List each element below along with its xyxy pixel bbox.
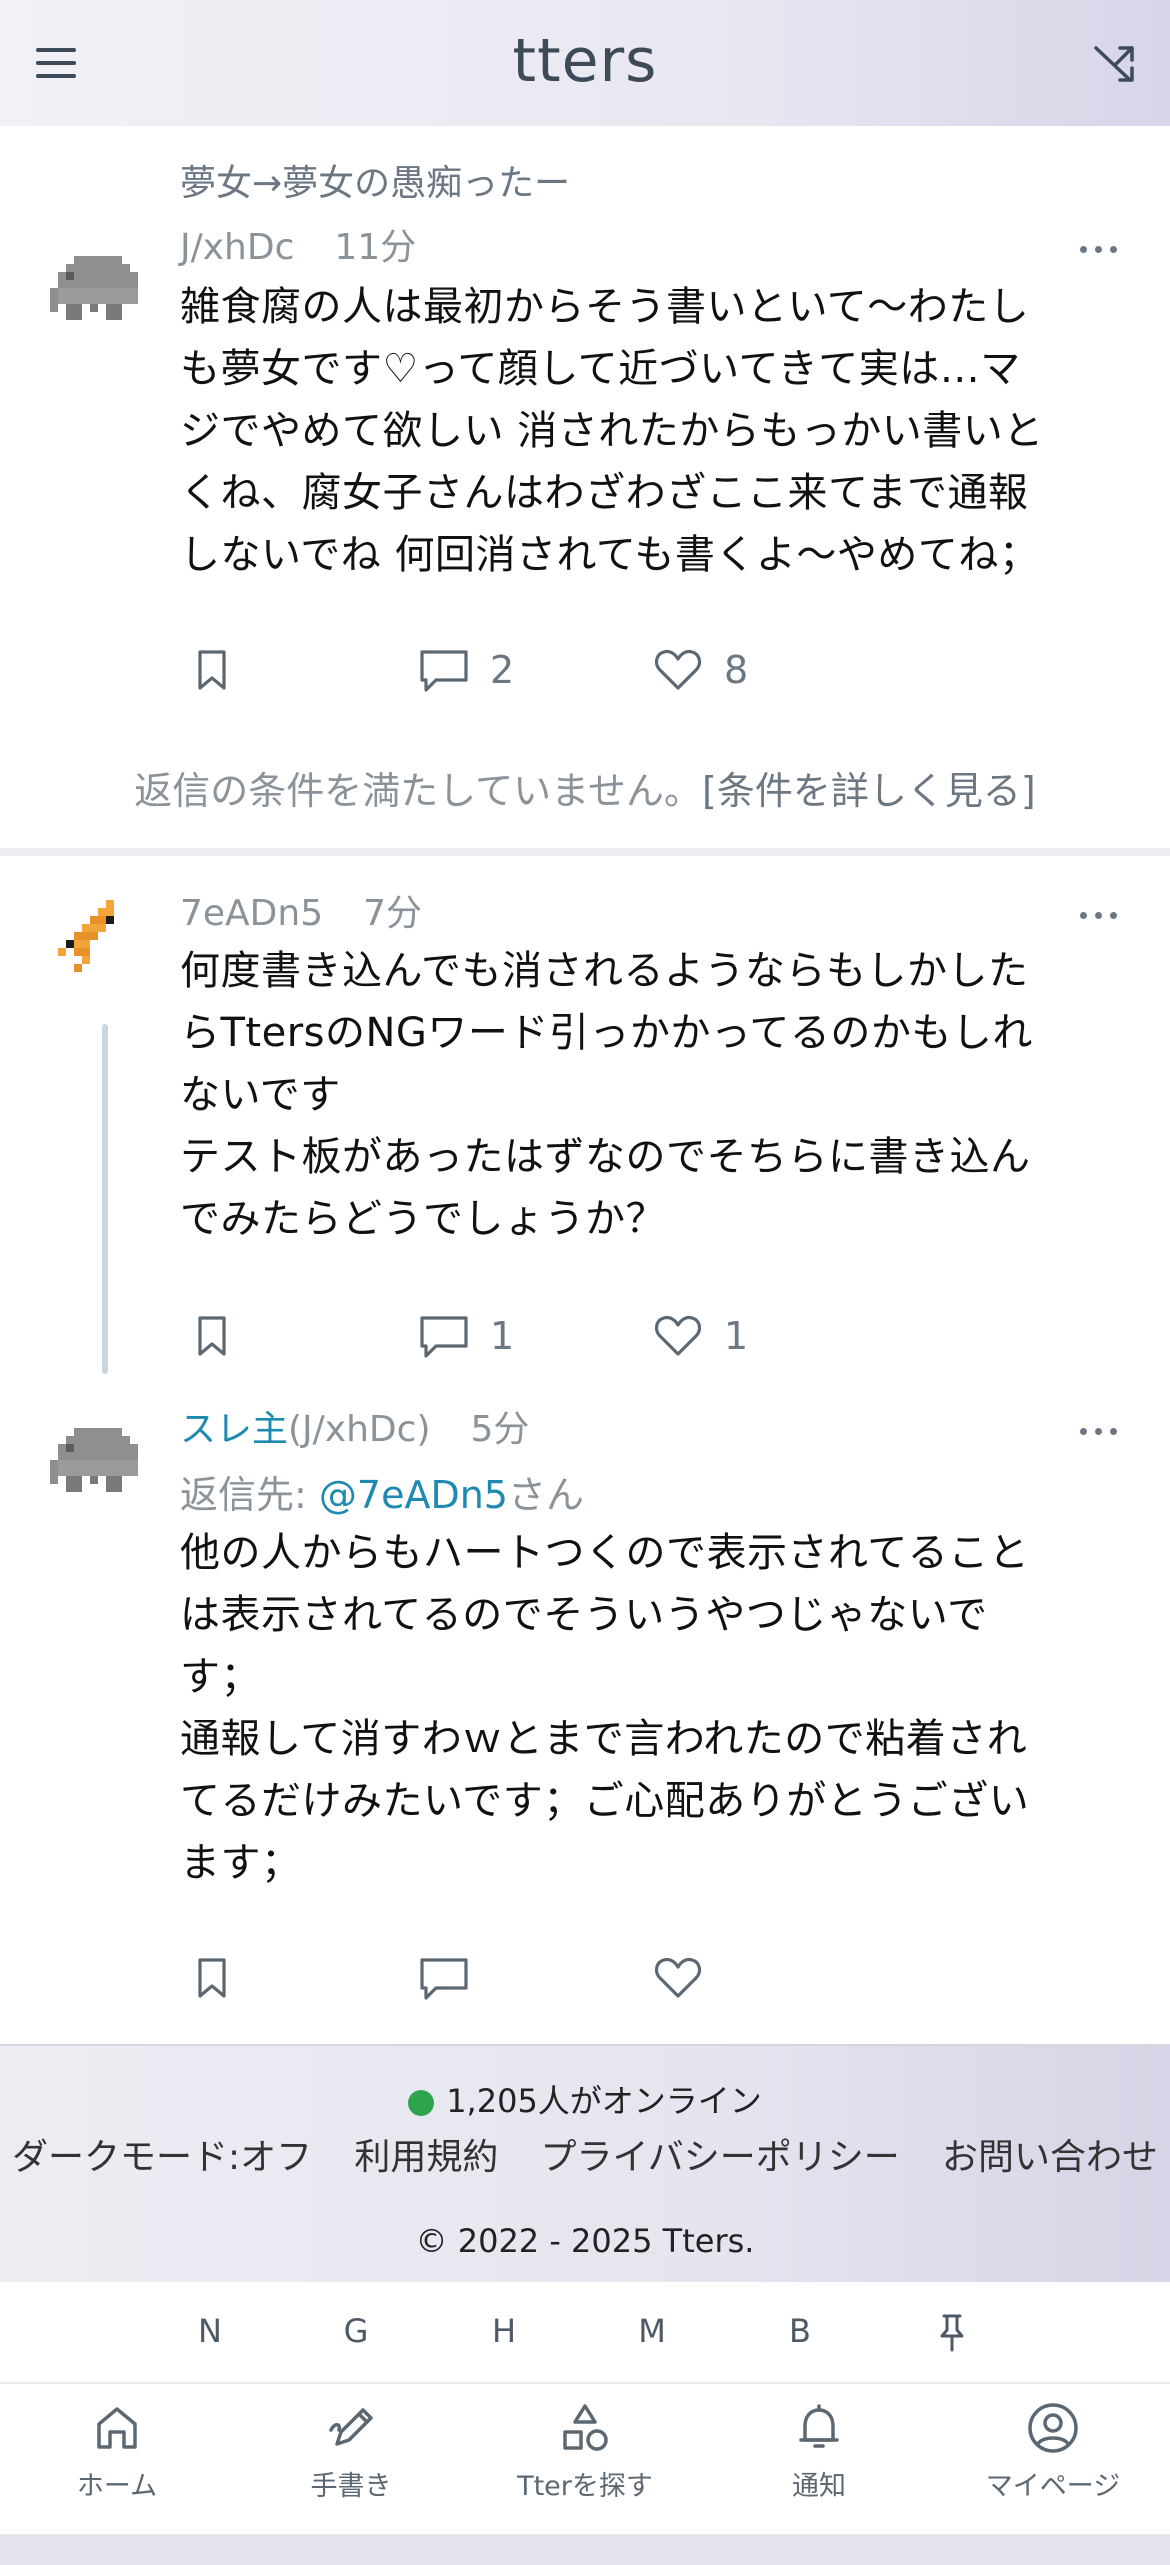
bookmark-icon [198, 1958, 226, 1998]
reply-conditions-note: 返信の条件を満たしていません。[条件を詳しく見る] [0, 760, 1170, 815]
heart-icon [654, 1957, 702, 1998]
post-actions: 2 8 [188, 640, 888, 700]
footer-links: ダークモード:オフ 利用規約 プライバシーポリシー お問い合わせ [0, 2128, 1170, 2180]
copyright: © 2022 - 2025 Tters. [415, 2222, 755, 2260]
like-count: 8 [724, 648, 749, 692]
post-actions: 1 1 [188, 1306, 888, 1366]
like-button[interactable]: 1 [652, 1306, 748, 1366]
like-count: 1 [724, 1314, 749, 1358]
user-id[interactable]: 7eADn5 [180, 893, 323, 934]
bookmark-icon [198, 650, 226, 690]
reply-to-mention[interactable]: @7eADn5 [319, 1473, 508, 1517]
post-time: 11分 [334, 227, 417, 268]
bookmark-button[interactable] [188, 1948, 236, 2008]
like-button[interactable]: 8 [652, 640, 748, 700]
letter-b-button[interactable]: B [770, 2312, 830, 2350]
nav-explore-label: Tterを探す [517, 2471, 653, 2502]
online-status: 1,205人がオンライン [0, 2076, 1170, 2122]
letter-bar: N G H M B [0, 2282, 1170, 2384]
app-header: tters [0, 0, 1170, 126]
nav-handwrite[interactable]: 手書き [251, 2400, 451, 2503]
post-2: 7eADn5 7分 何度書き込んでも消されるようならもしかした らTtersのNG… [0, 856, 1170, 1376]
comment-icon [420, 650, 468, 692]
post-meta: スレ主(J/xhDc) 5分 [180, 1400, 529, 1452]
more-options-icon[interactable] [1080, 904, 1130, 924]
pencil-icon [329, 2408, 373, 2446]
nav-explore[interactable]: Tterを探す [485, 2400, 685, 2503]
post-meta: J/xhDc 11分 [180, 218, 416, 270]
nav-handwrite-label: 手書き [310, 2471, 392, 2502]
post-body: 何度書き込んでも消されるようならもしかした らTtersのNGワード引っかかって… [180, 948, 1033, 1242]
like-button[interactable] [652, 1948, 704, 2008]
nav-notifications-label: 通知 [792, 2471, 846, 2502]
contact-link[interactable]: お問い合わせ [942, 2128, 1158, 2180]
nav-home[interactable]: ホーム [17, 2400, 217, 2503]
post-time: 5分 [470, 1409, 530, 1450]
user-circle-icon [1028, 2403, 1078, 2453]
heart-icon [654, 1315, 702, 1356]
reply-to-line: 返信先: @7eADn5さん [180, 1464, 584, 1519]
post-body: 雑食腐の人は最初からそう書いといて〜わたし も夢女です♡って顔して近づいてきて実… [180, 284, 1044, 578]
orange-bird-pixel-avatar[interactable] [50, 892, 146, 988]
home-icon [97, 2407, 137, 2449]
reply-count: 2 [490, 648, 515, 692]
thread-connector [102, 1024, 108, 1374]
letter-m-button[interactable]: M [622, 2312, 682, 2350]
heart-icon [654, 649, 702, 690]
post-3: スレ主(J/xhDc) 5分 返信先: @7eADn5さん 他の人からもハートつく… [0, 1376, 1170, 2042]
reply-to-prefix: 返信先: [180, 1473, 319, 1517]
letter-g-button[interactable]: G [326, 2312, 386, 2350]
more-options-icon[interactable] [1080, 238, 1130, 258]
post-body: 他の人からもハートつくので表示されてること は表示されてるのでそういうやつじゃな… [180, 1530, 1030, 1886]
pin-icon[interactable] [922, 2310, 982, 2362]
user-id[interactable]: J/xhDc [180, 227, 294, 268]
reply-button[interactable]: 2 [418, 640, 514, 700]
letter-h-button[interactable]: H [474, 2312, 534, 2350]
shuffle-icon[interactable] [1086, 36, 1142, 90]
bottom-strip [0, 2534, 1170, 2565]
terms-link[interactable]: 利用規約 [354, 2128, 498, 2180]
post-1: 夢女→夢女の愚痴ったー J/xhDc 11分 雑食腐の人は最初からそう書いといて〜… [0, 126, 1170, 846]
online-dot-icon [408, 2090, 435, 2116]
reply-to-suffix: さん [507, 1473, 584, 1517]
post-meta: 7eADn5 7分 [180, 884, 422, 936]
thread-separator [0, 848, 1170, 856]
comment-icon [420, 1958, 468, 2000]
bookmark-button[interactable] [188, 1306, 236, 1366]
post-actions [188, 1948, 888, 2008]
gray-elephant-pixel-avatar[interactable] [50, 240, 146, 336]
bell-icon [799, 2404, 839, 2448]
nav-home-label: ホーム [76, 2471, 158, 2502]
reply-count: 1 [490, 1314, 515, 1358]
user-id[interactable]: (J/xhDc) [288, 1409, 430, 1450]
bottom-navigation: ホーム 手書き Tterを探す 通知 マイページ [0, 2386, 1170, 2534]
privacy-link[interactable]: プライバシーポリシー [541, 2128, 900, 2180]
post-time: 7分 [363, 893, 423, 934]
letter-n-button[interactable]: N [180, 2312, 240, 2350]
reply-button[interactable]: 1 [418, 1306, 514, 1366]
more-options-icon[interactable] [1080, 1420, 1130, 1440]
reply-button[interactable] [418, 1948, 470, 2008]
bookmark-icon [198, 1316, 226, 1356]
site-footer: 1,205人がオンライン ダークモード:オフ 利用規約 プライバシーポリシー お… [0, 2044, 1170, 2282]
dark-mode-toggle[interactable]: ダークモード:オフ [12, 2128, 312, 2180]
gray-elephant-pixel-avatar[interactable] [50, 1412, 146, 1508]
bookmark-button[interactable] [188, 640, 236, 700]
board-name[interactable]: 夢女→夢女の愚痴ったー [180, 154, 570, 206]
op-label: スレ主 [180, 1409, 289, 1450]
nav-mypage-label: マイページ [985, 2471, 1121, 2502]
shapes-icon [563, 2404, 608, 2451]
reply-conditions-link[interactable]: [条件を詳しく見る] [702, 769, 1036, 813]
nav-mypage[interactable]: マイページ [953, 2400, 1153, 2503]
online-count: 1,205人がオンライン [446, 2082, 762, 2120]
app-title[interactable]: tters [0, 26, 1170, 96]
comment-icon [420, 1316, 468, 1358]
reply-conditions-text: 返信の条件を満たしていません。 [134, 769, 703, 813]
nav-notifications[interactable]: 通知 [719, 2400, 919, 2503]
